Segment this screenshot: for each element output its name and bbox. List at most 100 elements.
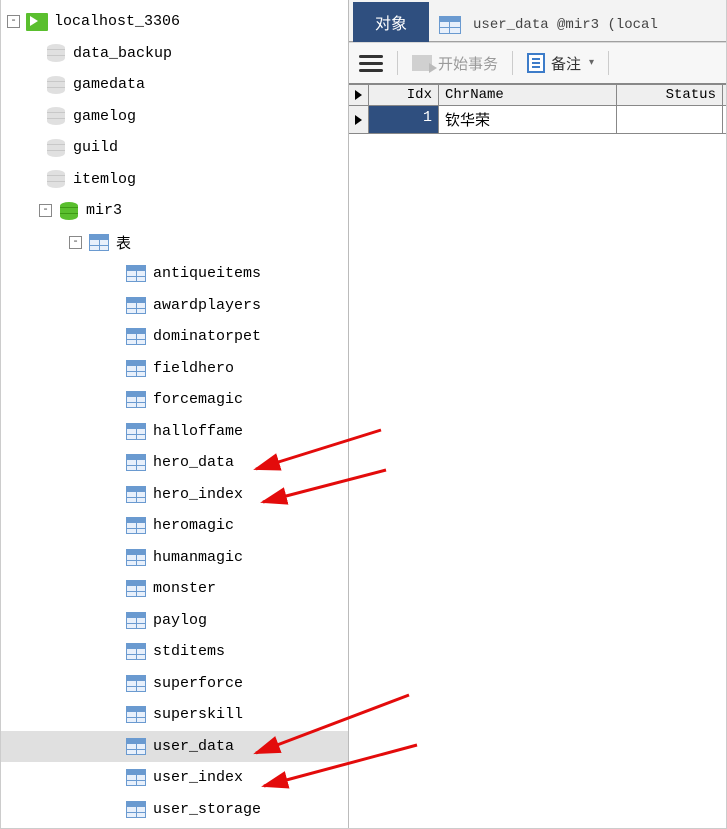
table-icon	[125, 358, 147, 378]
table-icon	[125, 295, 147, 315]
tree-connection[interactable]: - localhost_3306	[1, 6, 348, 38]
table-icon	[125, 264, 147, 284]
tree-db-closed[interactable]: itemlog	[1, 164, 348, 196]
row-handle-header	[349, 85, 369, 105]
tree-table[interactable]: fieldhero	[1, 353, 348, 385]
database-label: itemlog	[73, 171, 136, 188]
note-icon	[527, 53, 545, 73]
toolbar-separator	[512, 51, 513, 75]
database-label: mir3	[86, 202, 122, 219]
tab-objects[interactable]: 对象	[353, 2, 429, 42]
table-icon	[439, 15, 461, 35]
tab-caption: user_data @mir3 (local	[473, 17, 658, 33]
tree-db-closed[interactable]: guild	[1, 132, 348, 164]
grid-header: Idx ChrName Status	[349, 85, 726, 106]
table-icon	[125, 705, 147, 725]
connection-icon	[26, 12, 48, 32]
table-label: monster	[153, 580, 216, 597]
tree-table[interactable]: superforce	[1, 668, 348, 700]
table-icon	[125, 642, 147, 662]
tab-label: 对象	[375, 16, 407, 34]
table-label: user_data	[153, 738, 234, 755]
table-label: hero_index	[153, 486, 243, 503]
table-icon	[125, 736, 147, 756]
table-label: awardplayers	[153, 297, 261, 314]
tree-table[interactable]: dominatorpet	[1, 321, 348, 353]
transaction-icon	[412, 55, 432, 71]
tree-table[interactable]: superskill	[1, 699, 348, 731]
table-label: stditems	[153, 643, 225, 660]
start-transaction-label: 开始事务	[438, 53, 498, 74]
dropdown-icon: ▾	[589, 57, 594, 69]
grid-row[interactable]: 1 钦华荣	[349, 106, 726, 134]
table-label: paylog	[153, 612, 207, 629]
column-header-idx[interactable]: Idx	[369, 85, 439, 105]
collapse-icon[interactable]: -	[39, 204, 52, 217]
tree-table[interactable]: hero_data	[1, 447, 348, 479]
table-label: dominatorpet	[153, 328, 261, 345]
tree-db-closed[interactable]: gamelog	[1, 101, 348, 133]
connection-label: localhost_3306	[54, 13, 180, 30]
table-label: halloffame	[153, 423, 243, 440]
table-label: user_index	[153, 769, 243, 786]
table-label: heromagic	[153, 517, 234, 534]
tree-table[interactable]: stditems	[1, 636, 348, 668]
tree-table[interactable]: user_index	[1, 762, 348, 794]
database-label: data_backup	[73, 45, 172, 62]
table-icon	[125, 327, 147, 347]
table-icon	[125, 673, 147, 693]
tree-table[interactable]: user_storage	[1, 794, 348, 826]
note-button[interactable]: 备注 ▾	[527, 53, 594, 74]
tree-db-open[interactable]: - mir3	[1, 195, 348, 227]
start-transaction-button[interactable]: 开始事务	[412, 53, 498, 74]
database-closed-icon	[45, 106, 67, 126]
table-icon	[125, 799, 147, 819]
menu-button[interactable]	[359, 55, 383, 72]
cell-status[interactable]	[617, 106, 723, 133]
database-closed-icon	[45, 138, 67, 158]
tree-table[interactable]: humanmagic	[1, 542, 348, 574]
cell-chrname[interactable]: 钦华荣	[439, 106, 617, 133]
tree-table[interactable]: halloffame	[1, 416, 348, 448]
data-grid[interactable]: Idx ChrName Status 1 钦华荣	[349, 84, 726, 134]
tab-bar: 对象 user_data @mir3 (local	[349, 0, 726, 42]
grid-empty-area	[349, 134, 726, 828]
tree-table[interactable]: heromagic	[1, 510, 348, 542]
table-label: fieldhero	[153, 360, 234, 377]
tree-table[interactable]: forcemagic	[1, 384, 348, 416]
table-label: user_storage	[153, 801, 261, 818]
tree-db-closed[interactable]: data_backup	[1, 38, 348, 70]
tree-table[interactable]: antiqueitems	[1, 258, 348, 290]
tree-table[interactable]: user_data	[1, 731, 348, 763]
tab-current-table[interactable]: user_data @mir3 (local	[435, 9, 662, 41]
object-tree[interactable]: - localhost_3306 data_backup gamedata game…	[1, 0, 349, 828]
table-label: humanmagic	[153, 549, 243, 566]
tree-tables-folder[interactable]: - 表	[1, 227, 348, 259]
database-closed-icon	[45, 169, 67, 189]
database-closed-icon	[45, 43, 67, 63]
table-icon	[125, 453, 147, 473]
tables-folder-icon	[88, 232, 110, 252]
collapse-icon[interactable]: -	[7, 15, 20, 28]
table-icon	[125, 484, 147, 504]
main-panel: 对象 user_data @mir3 (local 开始事务 备注 ▾	[349, 0, 726, 828]
table-icon	[125, 579, 147, 599]
table-icon	[125, 516, 147, 536]
tree-table[interactable]: awardplayers	[1, 290, 348, 322]
note-label: 备注	[551, 53, 581, 74]
tree-db-closed[interactable]: gamedata	[1, 69, 348, 101]
database-open-icon	[58, 201, 80, 221]
database-label: gamedata	[73, 76, 145, 93]
cell-idx[interactable]: 1	[369, 106, 439, 133]
tree-table[interactable]: monster	[1, 573, 348, 605]
collapse-icon[interactable]: -	[69, 236, 82, 249]
tree-table[interactable]: paylog	[1, 605, 348, 637]
column-header-status[interactable]: Status	[617, 85, 723, 105]
column-header-chrname[interactable]: ChrName	[439, 85, 617, 105]
current-row-indicator-icon	[349, 106, 369, 133]
table-label: superforce	[153, 675, 243, 692]
database-label: gamelog	[73, 108, 136, 125]
tables-folder-label: 表	[116, 232, 131, 253]
database-closed-icon	[45, 75, 67, 95]
tree-table[interactable]: hero_index	[1, 479, 348, 511]
